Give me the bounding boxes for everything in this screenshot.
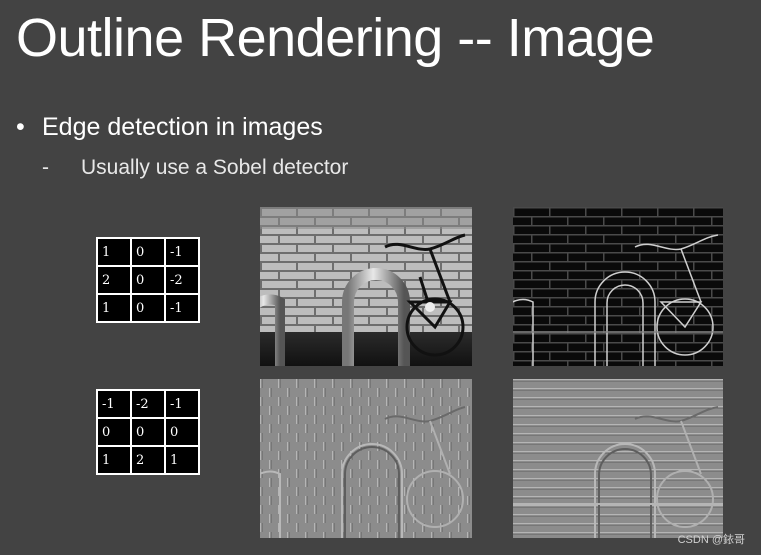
- kernel-cell: 0: [130, 417, 166, 447]
- kernel-cell: 1: [96, 237, 132, 267]
- slide-title: Outline Rendering -- Image: [16, 8, 655, 68]
- bullet-text: Edge detection in images: [42, 113, 323, 141]
- bullet-marker: •: [16, 113, 25, 141]
- kernel-cell: -1: [96, 389, 132, 419]
- kernel-cell: -1: [164, 389, 200, 419]
- sobel-kernel-x: 1 0 -1 2 0 -2 1 0 -1: [96, 237, 200, 323]
- kernel-cell: 2: [130, 445, 166, 475]
- kernel-cell: 1: [96, 293, 132, 323]
- kernel-cell: -1: [164, 237, 200, 267]
- vertical-gradient-image: [513, 379, 723, 538]
- kernel-cell: 1: [164, 445, 200, 475]
- watermark: CSDN @銥哥: [677, 534, 745, 546]
- edge-magnitude-image: [513, 207, 723, 366]
- kernel-cell: 0: [130, 237, 166, 267]
- bullet-item: • Edge detection in images: [16, 110, 323, 144]
- sub-bullet-marker: -: [42, 156, 49, 179]
- sub-bullet-text: Usually use a Sobel detector: [81, 156, 349, 179]
- kernel-cell: 0: [130, 265, 166, 295]
- kernel-cell: -2: [130, 389, 166, 419]
- kernel-cell: -1: [164, 293, 200, 323]
- kernel-cell: 0: [96, 417, 132, 447]
- kernel-cell: 0: [130, 293, 166, 323]
- sub-bullet-item: - Usually use a Sobel detector: [42, 153, 348, 183]
- sobel-kernel-y: -1 -2 -1 0 0 0 1 2 1: [96, 389, 200, 475]
- bicycle-photo: [260, 207, 472, 366]
- kernel-cell: -2: [164, 265, 200, 295]
- kernel-cell: 0: [164, 417, 200, 447]
- kernel-cell: 2: [96, 265, 132, 295]
- kernel-cell: 1: [96, 445, 132, 475]
- horizontal-gradient-image: [260, 379, 472, 538]
